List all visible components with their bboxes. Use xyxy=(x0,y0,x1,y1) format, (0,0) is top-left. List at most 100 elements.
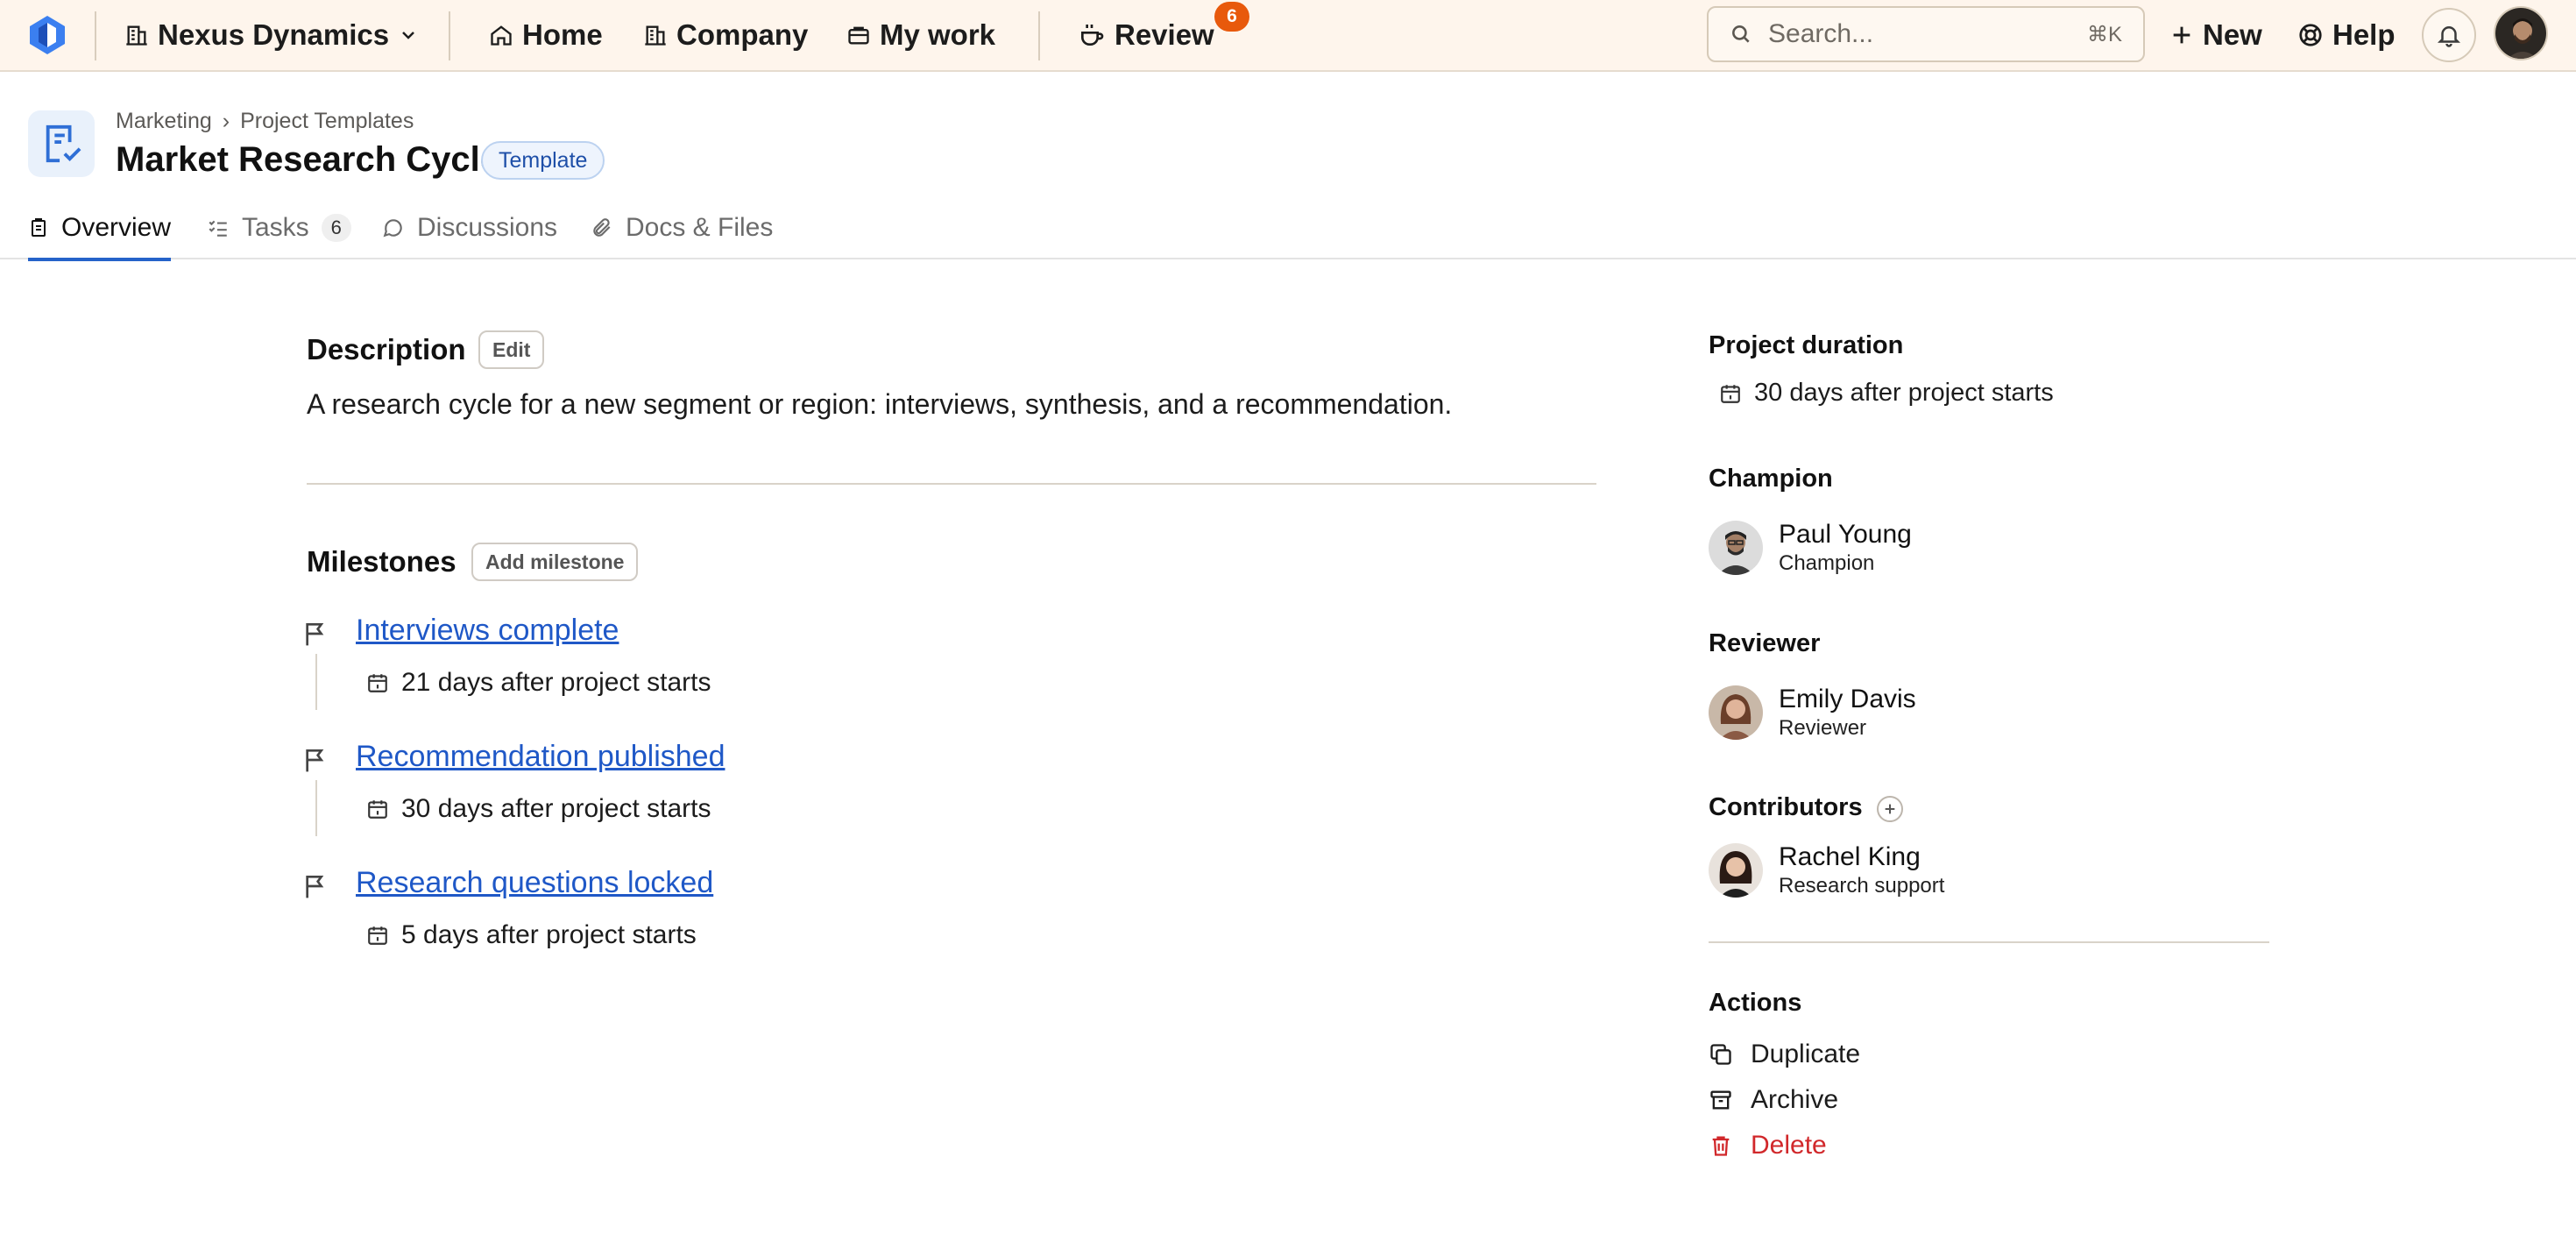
project-duration: 30 days after project starts xyxy=(1719,379,2054,408)
coffee-icon xyxy=(1081,25,1104,46)
milestone-due: 21 days after project starts xyxy=(366,668,711,698)
tab-docs-files-label: Docs & Files xyxy=(626,213,774,242)
tab-overview-label: Overview xyxy=(61,213,172,242)
person-role: Champion xyxy=(1779,551,1875,575)
paperclip-icon xyxy=(593,218,611,237)
building-icon xyxy=(126,25,147,46)
delete-action[interactable]: Delete xyxy=(1709,1131,1827,1160)
breadcrumb-project-templates[interactable]: Project Templates xyxy=(240,109,414,134)
notifications-button[interactable] xyxy=(2422,8,2476,62)
person-role: Research support xyxy=(1779,874,1945,898)
tab-bar: Overview Tasks 6 Discussions Docs & File… xyxy=(0,198,2576,261)
avatar xyxy=(1709,521,1763,575)
clipboard-icon xyxy=(32,218,46,237)
chevron-down-icon xyxy=(402,32,415,39)
flag-icon xyxy=(306,623,324,646)
flag-icon xyxy=(306,749,324,772)
tab-tasks[interactable]: Tasks 6 xyxy=(207,198,351,258)
org-name: Nexus Dynamics xyxy=(158,18,390,51)
milestone-due-text: 21 days after project starts xyxy=(401,668,711,697)
nav-home[interactable]: Home xyxy=(489,12,603,58)
home-icon xyxy=(491,25,512,46)
nav-my-work[interactable]: My work xyxy=(846,12,995,58)
reviewer-heading: Reviewer xyxy=(1709,629,1821,657)
section-divider xyxy=(307,483,1596,485)
milestone-due: 5 days after project starts xyxy=(366,920,697,950)
milestone-link[interactable]: Interviews complete xyxy=(356,614,619,648)
archive-icon xyxy=(1710,1090,1731,1110)
breadcrumb: Marketing › Project Templates xyxy=(116,109,414,134)
person-name: Rachel King xyxy=(1779,842,1921,871)
nav-review[interactable]: Review xyxy=(1078,12,1214,58)
milestone-due-text: 30 days after project starts xyxy=(401,794,711,823)
delete-label: Delete xyxy=(1751,1131,1827,1160)
user-avatar[interactable] xyxy=(2494,6,2548,60)
divider xyxy=(95,11,96,60)
trash-icon xyxy=(1712,1136,1730,1156)
section-divider xyxy=(1709,941,2269,943)
help-button[interactable]: Help xyxy=(2297,12,2396,58)
tab-discussions[interactable]: Discussions xyxy=(382,198,557,258)
person-name: Paul Young xyxy=(1779,520,1912,549)
milestone-due-text: 5 days after project starts xyxy=(401,920,697,949)
tab-overview[interactable]: Overview xyxy=(28,198,172,261)
logo-icon[interactable] xyxy=(26,14,68,56)
company-icon xyxy=(645,25,666,46)
bell-icon xyxy=(2437,26,2461,47)
milestone-link[interactable]: Research questions locked xyxy=(356,866,713,900)
description-text: A research cycle for a new segment or re… xyxy=(307,388,1453,420)
add-milestone-button[interactable]: Add milestone xyxy=(471,543,639,581)
calendar-icon xyxy=(368,926,387,945)
new-label: New xyxy=(2203,18,2262,51)
project-template-icon xyxy=(28,110,95,177)
tab-tasks-label: Tasks xyxy=(242,213,309,242)
divider xyxy=(1038,11,1040,60)
search-box[interactable]: ⌘K xyxy=(1707,6,2145,62)
duplicate-action[interactable]: Duplicate xyxy=(1709,1040,1860,1069)
project-duration-value: 30 days after project starts xyxy=(1754,379,2054,407)
archive-action[interactable]: Archive xyxy=(1709,1085,1838,1115)
calendar-icon xyxy=(368,674,387,692)
checklist-icon xyxy=(209,220,227,237)
duplicate-label: Duplicate xyxy=(1751,1040,1861,1068)
tasks-count-badge: 6 xyxy=(321,214,351,242)
breadcrumb-separator-icon: › xyxy=(222,109,230,133)
milestone-link[interactable]: Recommendation published xyxy=(356,740,725,774)
nav-review-label: Review xyxy=(1115,18,1214,51)
reviewer-person[interactable]: Emily Davis Reviewer xyxy=(1709,684,1916,742)
template-badge: Template xyxy=(481,141,605,180)
chat-bubble-icon xyxy=(383,219,402,238)
milestone-connector xyxy=(315,780,317,836)
org-switcher[interactable]: Nexus Dynamics xyxy=(124,12,419,58)
edit-description-button[interactable]: Edit xyxy=(478,330,545,369)
avatar xyxy=(1709,685,1763,740)
nav-home-label: Home xyxy=(522,18,603,51)
search-input[interactable] xyxy=(1768,19,2057,49)
tab-discussions-label: Discussions xyxy=(417,213,558,242)
calendar-icon xyxy=(1721,384,1740,403)
person-name: Emily Davis xyxy=(1779,685,1916,713)
breadcrumb-marketing[interactable]: Marketing xyxy=(116,109,212,134)
nav-company-label: Company xyxy=(676,18,809,51)
champion-person[interactable]: Paul Young Champion xyxy=(1709,519,1912,577)
avatar xyxy=(1709,843,1763,898)
review-count-badge: 6 xyxy=(1214,2,1249,32)
tab-docs-files[interactable]: Docs & Files xyxy=(591,198,773,258)
actions-heading: Actions xyxy=(1709,989,1802,1017)
plus-icon xyxy=(1885,804,1895,814)
page-title: Market Research Cycle xyxy=(116,140,500,179)
new-button[interactable]: New xyxy=(2169,12,2262,58)
top-navigation-bar: Nexus Dynamics Home Company My work Revi… xyxy=(0,0,2576,72)
add-contributor-button[interactable] xyxy=(1877,796,1903,822)
nav-company[interactable]: Company xyxy=(643,12,808,58)
contributor-person[interactable]: Rachel King Research support xyxy=(1709,841,1944,899)
briefcase-icon xyxy=(848,26,869,45)
person-role: Reviewer xyxy=(1779,716,1867,740)
champion-heading: Champion xyxy=(1709,465,1833,493)
search-shortcut: ⌘K xyxy=(2086,23,2122,46)
help-label: Help xyxy=(2332,18,2396,51)
search-icon xyxy=(1732,25,1750,43)
contributors-heading: Contributors xyxy=(1709,793,1863,821)
archive-label: Archive xyxy=(1751,1085,1839,1114)
description-heading: Description xyxy=(307,333,466,366)
